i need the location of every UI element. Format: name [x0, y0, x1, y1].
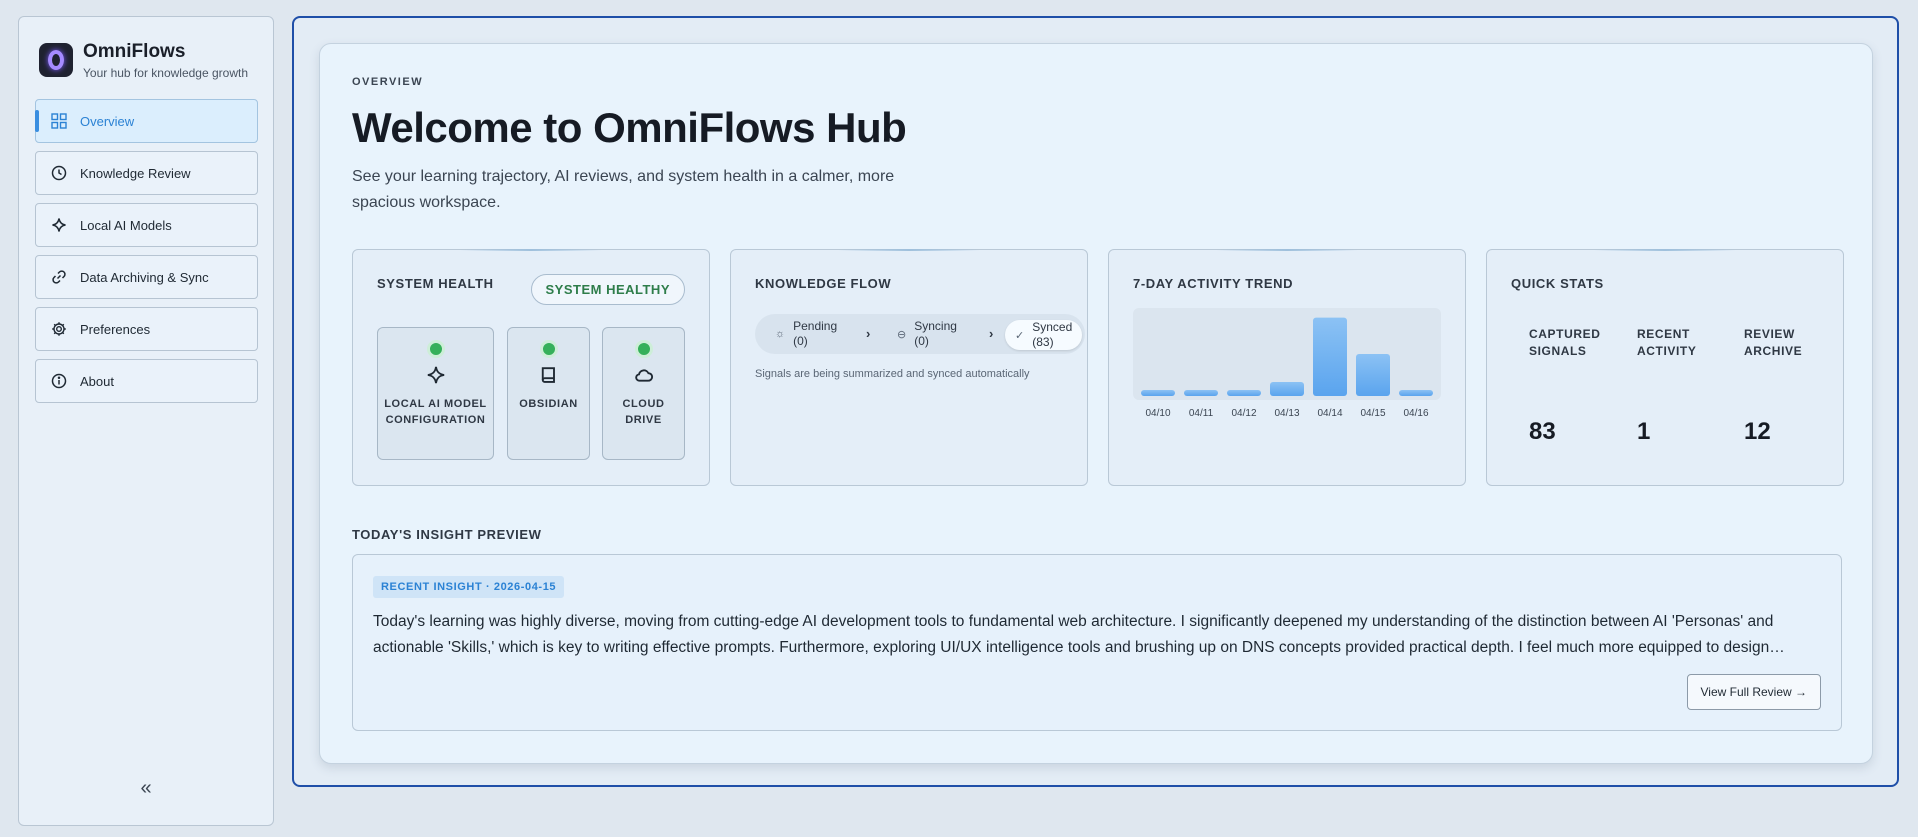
status-dot: [539, 340, 558, 358]
sidebar-item-label: Overview: [80, 113, 135, 129]
status-dot: [426, 340, 445, 358]
card-title: SYSTEM HEALTH: [377, 276, 494, 291]
chart-bar: [1227, 390, 1261, 396]
main-frame: OVERVIEW Welcome to OmniFlows Hub See yo…: [292, 16, 1899, 787]
sidebar-item-label: Knowledge Review: [80, 165, 191, 181]
sidebar-item-label: Preferences: [80, 321, 151, 337]
flow-step-pending[interactable]: ☼ Pending (0): [775, 314, 837, 354]
chevron-right-icon: ›: [866, 326, 871, 341]
stat-value: 83: [1529, 418, 1556, 445]
section-title: TODAY'S INSIGHT PREVIEW: [352, 527, 542, 542]
sidebar-item-preferences[interactable]: Preferences: [35, 307, 258, 351]
info-icon: [50, 372, 68, 390]
x-tick-label: 04/13: [1274, 408, 1299, 419]
sidebar: OmniFlows Your hub for knowledge growth …: [18, 16, 274, 826]
sidebar-item-about[interactable]: About: [35, 359, 258, 403]
sidebar-item-overview[interactable]: Overview: [35, 99, 258, 143]
stat-value: 12: [1744, 418, 1771, 445]
stat-label: REVIEW ARCHIVE: [1744, 327, 1803, 358]
sync-icon: ⊖: [897, 328, 907, 341]
brand-name: OmniFlows: [83, 41, 186, 62]
stat-label: RECENT ACTIVITY: [1637, 327, 1697, 358]
step-count: (83): [1032, 335, 1054, 349]
cloud-icon: [633, 364, 655, 386]
activity-bar-chart: 04/10 04/11 04/12 04/13 04/14 04/15 04/16: [1141, 317, 1433, 419]
system-health-card: SYSTEM HEALTH SYSTEM HEALTHY LOCAL AI MO…: [352, 249, 710, 486]
x-tick-label: 04/10: [1145, 408, 1170, 419]
chart-bar: [1356, 354, 1390, 396]
step-label: Syncing: [914, 319, 957, 333]
app-logo: [39, 43, 73, 77]
card-title: 7-DAY ACTIVITY TREND: [1133, 276, 1294, 291]
sidebar-item-label: Local AI Models: [80, 217, 172, 233]
step-count: (0): [914, 334, 929, 348]
service-label: CLOUD DRIVE: [622, 398, 665, 426]
step-label: Synced: [1032, 320, 1073, 334]
x-tick-label: 04/11: [1189, 408, 1214, 419]
page-eyebrow: OVERVIEW: [352, 76, 424, 88]
step-label: Pending: [793, 319, 838, 333]
insight-tag: RECENT INSIGHT · 2026-04-15: [373, 576, 565, 598]
sparkle-icon: [50, 216, 68, 234]
check-icon: ✓: [1015, 329, 1025, 342]
service-local-ai[interactable]: LOCAL AI MODEL CONFIGURATION: [377, 327, 494, 460]
status-dot: [634, 340, 653, 358]
chart-bar: [1141, 390, 1175, 396]
sidebar-item-label: About: [80, 373, 114, 389]
book-icon: [538, 364, 560, 386]
card-title: KNOWLEDGE FLOW: [755, 276, 892, 291]
stat-label: CAPTURED SIGNALS: [1529, 327, 1601, 358]
x-tick-label: 04/15: [1360, 408, 1385, 419]
flow-step-synced[interactable]: ✓ Synced (83): [1005, 320, 1083, 350]
page-title: Welcome to OmniFlows Hub: [352, 104, 907, 151]
chart-bar: [1270, 382, 1304, 396]
sparkle-icon: [425, 364, 447, 386]
sidebar-item-data-archiving[interactable]: Data Archiving & Sync: [35, 255, 258, 299]
step-count: (0): [793, 334, 808, 348]
service-obsidian[interactable]: OBSIDIAN: [507, 327, 590, 460]
spinner-icon: ☼: [775, 328, 786, 340]
clock-icon: [50, 164, 68, 182]
page-description: See your learning trajectory, AI reviews…: [352, 168, 895, 211]
card-title: QUICK STATS: [1511, 276, 1604, 291]
flow-note: Signals are being summarized and synced …: [755, 368, 1030, 380]
chart-bar: [1313, 317, 1347, 396]
insight-card: RECENT INSIGHT · 2026-04-15 Today's lear…: [352, 554, 1842, 731]
view-full-review-button[interactable]: View Full Review →: [1686, 674, 1821, 710]
flow-pipeline: ☼ Pending (0) › ⊖ Syncing (0) › ✓ Synced (8…: [755, 314, 1085, 354]
sidebar-item-label: Data Archiving & Sync: [80, 269, 209, 285]
sidebar-item-knowledge-review[interactable]: Knowledge Review: [35, 151, 258, 195]
chart-bar: [1184, 390, 1218, 396]
chart-bar: [1399, 390, 1433, 396]
quick-stats-card: QUICK STATS CAPTURED SIGNALS 83 RECENT A…: [1486, 249, 1844, 486]
activity-trend-card: 7-DAY ACTIVITY TREND 04/10 04/11 04/12 04/1…: [1108, 249, 1466, 486]
brand-subtitle: Your hub for knowledge growth: [83, 66, 248, 80]
sidebar-nav: Overview Knowledge Review Local AI Model…: [35, 99, 258, 411]
x-tick-label: 04/16: [1403, 408, 1428, 419]
flow-step-syncing[interactable]: ⊖ Syncing (0): [897, 314, 957, 354]
collapse-sidebar-button[interactable]: «: [19, 777, 273, 800]
stat-value: 1: [1637, 418, 1651, 445]
knowledge-flow-card: KNOWLEDGE FLOW ☼ Pending (0) › ⊖ Syncing(…: [730, 249, 1088, 486]
brand: OmniFlows Your hub for knowledge growth: [39, 41, 248, 80]
status-badge: SYSTEM HEALTHY: [530, 274, 685, 305]
service-label: LOCAL AI MODEL CONFIGURATION: [384, 398, 487, 426]
x-tick-label: 04/12: [1231, 408, 1256, 419]
x-tick-label: 04/14: [1317, 408, 1342, 419]
grid-icon: [50, 112, 68, 130]
overview-panel: OVERVIEW Welcome to OmniFlows Hub See yo…: [319, 43, 1873, 764]
insight-text: Today's learning was highly diverse, mov…: [373, 613, 1785, 656]
gear-icon: [50, 320, 68, 338]
chevron-right-icon: ›: [989, 326, 994, 341]
link-icon: [50, 268, 68, 286]
service-label: OBSIDIAN: [519, 398, 578, 410]
sidebar-item-local-ai-models[interactable]: Local AI Models: [35, 203, 258, 247]
service-cloud-drive[interactable]: CLOUD DRIVE: [602, 327, 685, 460]
